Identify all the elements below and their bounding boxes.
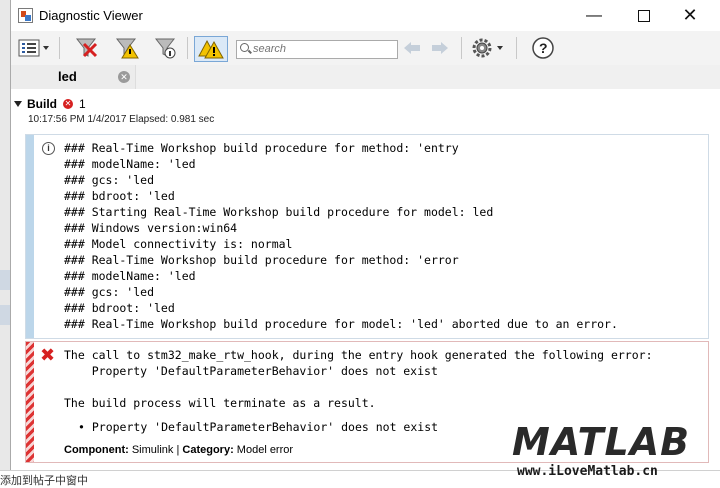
build-timestamp: 10:17:56 PM 1/4/2017 Elapsed: 0.981 sec	[28, 114, 215, 125]
diagnostics-panel: Build ✕ 1 10:17:56 PM 1/4/2017 Elapsed: …	[11, 89, 720, 470]
log-line: ### Model connectivity is: normal	[64, 237, 293, 251]
maximize-button[interactable]	[621, 0, 667, 31]
maximize-icon	[638, 9, 650, 22]
search-box[interactable]	[236, 40, 398, 59]
background-app-edge	[0, 0, 10, 487]
log-line: ### Windows version:win64	[64, 221, 238, 235]
error-count: 1	[79, 97, 86, 111]
component-label: Component:	[64, 444, 129, 456]
log-line: ### gcs: 'led	[64, 285, 155, 299]
category-label: Category:	[182, 444, 234, 456]
log-line: ### modelName: 'led	[64, 269, 196, 283]
watermark-url: www.iLoveMatlab.cn	[517, 464, 658, 479]
log-line: ### Real-Time Workshop build procedure f…	[64, 317, 618, 331]
background-block	[0, 305, 10, 325]
gear-icon	[472, 38, 503, 58]
build-header[interactable]: Build ✕ 1	[13, 97, 86, 111]
error-bullet: • Property 'DefaultParameterBehavior' do…	[78, 420, 439, 434]
toolbar-separator	[461, 37, 462, 59]
error-x-icon: ✖	[40, 345, 56, 365]
log-line: ### Real-Time Workshop build procedure f…	[64, 253, 459, 267]
view-options-button[interactable]	[16, 36, 54, 60]
show-warnings-toggle[interactable]	[194, 36, 228, 62]
tab-bar: led ✕	[11, 65, 720, 89]
info-message: i ### Real-Time Workshop build procedure…	[25, 134, 709, 339]
tab-led[interactable]: led ✕	[11, 65, 136, 89]
info-log: ### Real-Time Workshop build procedure f…	[64, 140, 618, 332]
search-icon	[240, 43, 249, 52]
svg-text:?: ?	[539, 40, 548, 56]
minimize-button[interactable]: —	[571, 0, 617, 31]
tab-label: led	[58, 69, 77, 84]
filter-info-button[interactable]	[152, 36, 180, 60]
error-line: The build process will terminate as a re…	[64, 396, 376, 410]
list-icon	[18, 39, 49, 57]
separator: |	[176, 444, 180, 456]
log-line: ### bdroot: 'led	[64, 301, 175, 315]
arrow-left-icon	[404, 42, 420, 54]
log-line: ### Real-Time Workshop build procedure f…	[64, 141, 459, 155]
build-label: Build	[27, 97, 57, 111]
window-title: Diagnostic Viewer	[39, 8, 143, 23]
filter-warnings-button[interactable]	[113, 36, 141, 60]
settings-button[interactable]	[469, 36, 509, 60]
warnings-icon	[198, 39, 224, 59]
component-line: Component: Simulink | Category: Model er…	[64, 444, 293, 456]
error-line: The call to stm32_make_rtw_hook, during …	[64, 348, 653, 362]
background-text: 添加到帖子中窗中	[0, 475, 88, 487]
arrow-right-icon	[432, 42, 448, 54]
toolbar-separator	[516, 37, 517, 59]
error-line: Property 'DefaultParameterBehavior' does…	[64, 364, 438, 378]
help-icon: ?	[532, 37, 554, 59]
previous-button[interactable]	[401, 36, 423, 60]
collapse-triangle-icon[interactable]	[13, 99, 23, 109]
log-line: ### Starting Real-Time Workshop build pr…	[64, 205, 494, 219]
funnel-warning-icon	[115, 38, 139, 59]
toolbar-separator	[187, 37, 188, 59]
diagnostic-viewer-window: Diagnostic Viewer — ✕ search ? led ✕ Bui…	[10, 0, 720, 470]
toolbar: ?	[11, 31, 720, 66]
app-icon	[18, 8, 33, 23]
error-bar	[26, 342, 34, 462]
error-bullet-text: Property 'DefaultParameterBehavior' does…	[91, 420, 439, 434]
category-value: Model error	[236, 444, 294, 456]
info-icon: i	[42, 142, 55, 155]
log-line: ### modelName: 'led	[64, 157, 196, 171]
background-block	[0, 270, 10, 290]
title-bar: Diagnostic Viewer — ✕	[11, 0, 720, 31]
funnel-info-icon	[154, 38, 176, 59]
search-input[interactable]	[253, 41, 393, 56]
watermark: MATLAB www.iLoveMatlab.cn	[512, 420, 720, 487]
log-line: ### gcs: 'led	[64, 173, 155, 187]
toolbar-separator	[59, 37, 60, 59]
funnel-error-icon	[75, 38, 98, 58]
error-badge-icon: ✕	[63, 99, 73, 109]
tab-close-icon[interactable]: ✕	[118, 71, 130, 83]
component-value: Simulink	[131, 444, 174, 456]
close-button[interactable]: ✕	[667, 0, 713, 31]
watermark-logo: MATLAB	[512, 420, 691, 464]
error-blank-line	[64, 379, 653, 395]
filter-errors-button[interactable]	[73, 36, 101, 60]
next-button[interactable]	[429, 36, 451, 60]
log-line: ### bdroot: 'led	[64, 189, 175, 203]
help-button[interactable]: ?	[530, 36, 556, 60]
info-bar	[26, 135, 34, 338]
error-text: The call to stm32_make_rtw_hook, during …	[64, 347, 653, 411]
